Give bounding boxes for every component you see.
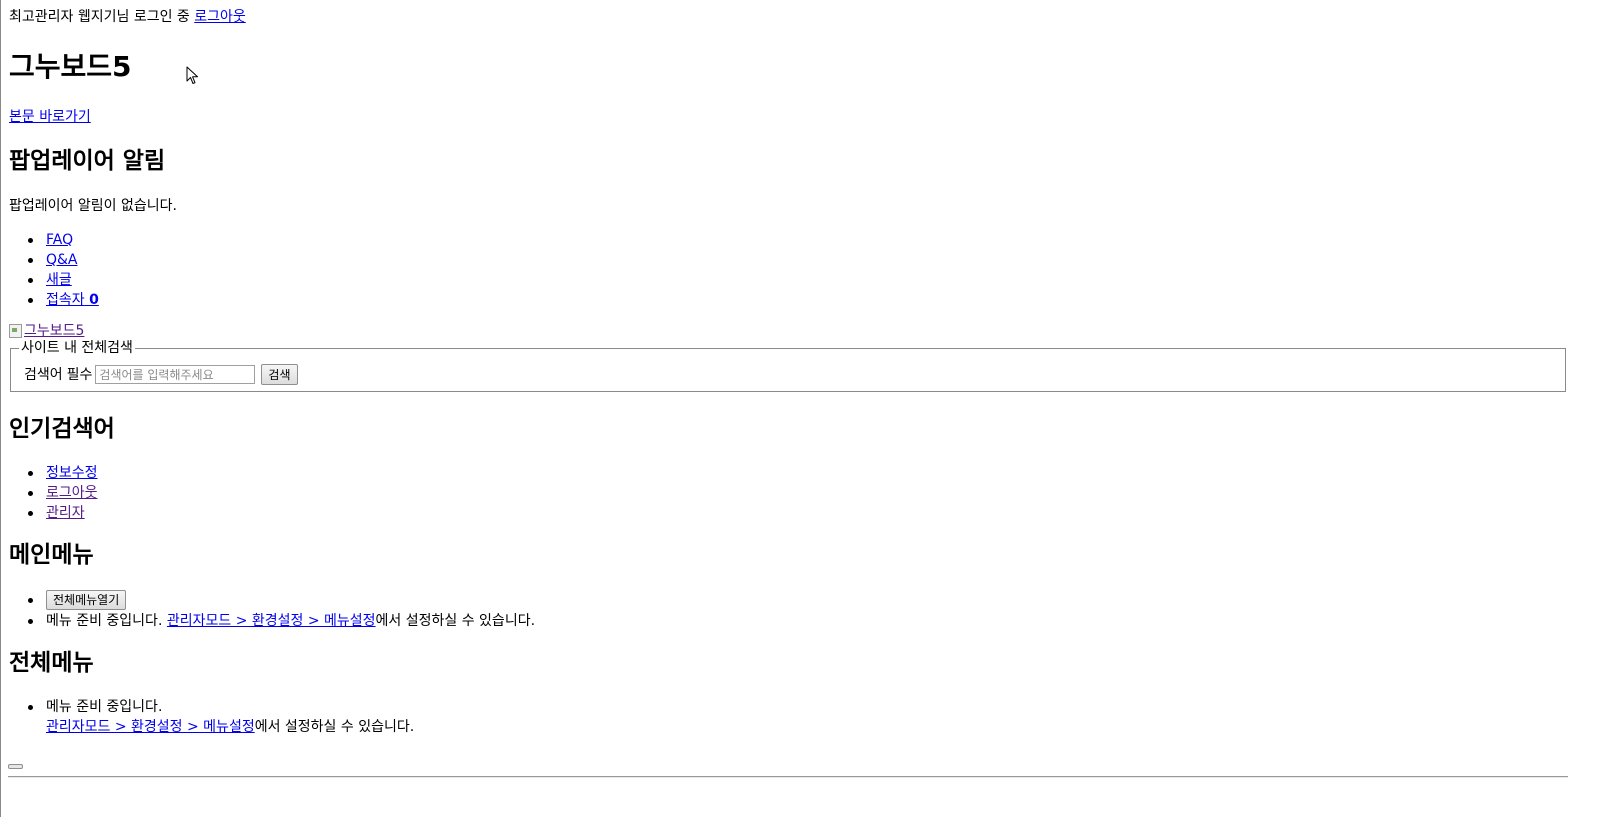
qna-link[interactable]: Q&A [46,252,78,268]
menu-notice-suffix: 에서 설정하실 수 있습니다. [375,613,536,629]
open-all-menu-button[interactable]: 전체메뉴열기 [46,589,127,610]
main-menu-heading: 메인메뉴 [9,542,94,568]
admin-link[interactable]: 관리자 [46,505,85,521]
footer-divider [8,776,1568,778]
new-posts-link[interactable]: 새글 [46,272,72,288]
skip-to-content-link[interactable]: 본문 바로가기 [9,108,91,126]
visitors-label: 접속자 [46,292,85,308]
list-item: 전체메뉴열기 [9,589,535,611]
list-item: Q&A [9,250,99,270]
main-menu-list: 전체메뉴열기 메뉴 준비 중입니다. 관리자모드 > 환경설정 > 메뉴설정에서… [9,589,535,631]
visitors-count: 0 [89,292,99,308]
list-item: 접속자 0 [9,290,99,310]
list-item: 로그아웃 [9,483,98,503]
list-item: 정보수정 [9,463,98,483]
popup-heading: 팝업레이어 알림 [9,148,166,174]
search-row: 검색어 필수 검색 [24,364,298,385]
page: 최고관리자 웹지기님 로그인 중 로그아웃 그누보드5 본문 바로가기 팝업레이… [0,0,1600,817]
list-item: 메뉴 준비 중입니다. 관리자모드 > 환경설정 > 메뉴설정에서 설정하실 수… [9,611,535,631]
window-left-edge [0,0,1,817]
all-menu-notice-line: 관리자모드 > 환경설정 > 메뉴설정에서 설정하실 수 있습니다. [46,717,414,737]
search-button[interactable]: 검색 [261,364,298,385]
list-item: 관리자 [9,503,98,523]
login-status-text: 최고관리자 웹지기님 로그인 중 [9,9,190,25]
all-menu-heading: 전체메뉴 [9,650,94,676]
site-title: 그누보드5 [9,50,132,83]
quick-links-list: FAQ Q&A 새글 접속자 0 [9,230,99,310]
logo-alt-text: 그누보드5 [24,323,85,339]
all-menu-settings-link[interactable]: 관리자모드 > 환경설정 > 메뉴설정 [46,719,255,735]
list-item: FAQ [9,230,99,250]
popup-empty-message: 팝업레이어 알림이 없습니다. [9,198,177,214]
faq-link[interactable]: FAQ [46,232,73,248]
all-menu-notice-suffix: 에서 설정하실 수 있습니다. [254,719,415,735]
search-input[interactable] [95,365,256,384]
login-status-bar: 최고관리자 웹지기님 로그인 중 로그아웃 [9,8,246,26]
logout-link[interactable]: 로그아웃 [194,9,246,25]
popular-searches-heading: 인기검색어 [9,416,115,442]
empty-button[interactable] [8,764,23,769]
site-logo-link[interactable]: 그누보드5 [9,322,84,340]
all-menu-notice-text: 메뉴 준비 중입니다. [46,699,163,715]
all-menu-list: 메뉴 준비 중입니다. 관리자모드 > 환경설정 > 메뉴설정에서 설정하실 수… [9,697,414,735]
search-required-label: 필수 [66,366,93,383]
list-item: 메뉴 준비 중입니다. 관리자모드 > 환경설정 > 메뉴설정에서 설정하실 수… [9,697,414,735]
broken-image-icon [9,324,22,338]
menu-notice-text: 메뉴 준비 중입니다. [46,613,163,629]
mouse-pointer-icon [186,66,198,84]
edit-profile-link[interactable]: 정보수정 [46,465,98,481]
search-legend: 사이트 내 전체검색 [21,340,133,356]
visitors-link[interactable]: 접속자 0 [46,292,99,308]
search-field-label: 검색어 [24,366,63,383]
logout-menu-link[interactable]: 로그아웃 [46,485,98,501]
member-links-list: 정보수정 로그아웃 관리자 [9,463,98,523]
menu-settings-link[interactable]: 관리자모드 > 환경설정 > 메뉴설정 [167,613,376,629]
list-item: 새글 [9,270,99,290]
